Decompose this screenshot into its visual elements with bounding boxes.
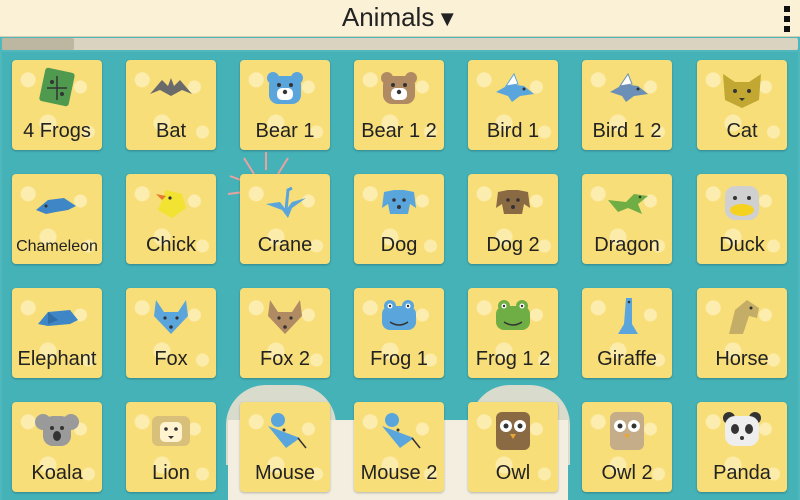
lion-icon bbox=[148, 408, 194, 452]
fox-icon bbox=[262, 294, 308, 338]
panda-icon bbox=[719, 408, 765, 452]
animal-tile[interactable]: Owl bbox=[468, 402, 558, 492]
animal-tile[interactable]: Duck bbox=[697, 174, 787, 264]
animal-tile-label: Dog bbox=[380, 234, 418, 256]
animal-tile-label: Chameleon bbox=[16, 238, 98, 255]
overflow-menu-icon[interactable] bbox=[784, 6, 790, 32]
bear-icon bbox=[376, 66, 422, 110]
animal-tile[interactable]: Cat bbox=[697, 60, 787, 150]
animal-tile[interactable]: Bat bbox=[126, 60, 216, 150]
giraffe-icon bbox=[604, 294, 650, 338]
animal-tile[interactable]: Bird 1 bbox=[468, 60, 558, 150]
animal-tile[interactable]: Owl 2 bbox=[582, 402, 672, 492]
animal-tile-label: Koala bbox=[31, 462, 83, 484]
animal-tile-label: Crane bbox=[257, 234, 313, 256]
animal-tile-label: Bird 1 bbox=[486, 120, 540, 142]
dog-icon bbox=[490, 180, 536, 224]
animal-tile[interactable]: Bird 1 2 bbox=[582, 60, 672, 150]
animal-tile[interactable]: Elephant bbox=[12, 288, 102, 378]
duck-icon bbox=[719, 180, 765, 224]
animal-tile-label: Dog 2 bbox=[486, 234, 540, 256]
animal-tile-label: Mouse bbox=[254, 462, 316, 484]
elephant-icon bbox=[34, 294, 80, 338]
bear-icon bbox=[262, 66, 308, 110]
animal-tile-label: Frog 1 2 bbox=[475, 348, 551, 370]
dropdown-arrow-icon: ▼ bbox=[436, 6, 459, 31]
animal-tile-label: 4 Frogs bbox=[23, 120, 91, 142]
animal-tile[interactable]: Frog 1 bbox=[354, 288, 444, 378]
animal-tile[interactable]: Frog 1 2 bbox=[468, 288, 558, 378]
animal-tile[interactable]: Bear 1 bbox=[240, 60, 330, 150]
animal-tile-label: Bear 1 2 bbox=[361, 120, 437, 142]
chick-icon bbox=[148, 180, 194, 224]
fox-icon bbox=[148, 294, 194, 338]
animal-tile-label: Fox 2 bbox=[259, 348, 311, 370]
dog-icon bbox=[376, 180, 422, 224]
animal-tile-label: Elephant bbox=[17, 348, 97, 370]
animal-tile-label: Horse bbox=[715, 348, 769, 370]
animal-tile[interactable]: Mouse 2 bbox=[354, 402, 444, 492]
animal-tile[interactable]: Fox bbox=[126, 288, 216, 378]
animal-tile-label: Cat bbox=[726, 120, 758, 142]
animal-tile-label: Panda bbox=[713, 462, 771, 484]
animal-tile-label: Lion bbox=[152, 462, 190, 484]
owl-icon bbox=[490, 408, 536, 452]
animal-tile-label: Frog 1 bbox=[370, 348, 428, 370]
animal-tile[interactable]: Dragon bbox=[582, 174, 672, 264]
animal-tile[interactable]: Lion bbox=[126, 402, 216, 492]
animal-tile[interactable]: Koala bbox=[12, 402, 102, 492]
frog-icon bbox=[490, 294, 536, 338]
animal-tile[interactable]: Bear 1 2 bbox=[354, 60, 444, 150]
animal-tile[interactable]: Giraffe bbox=[582, 288, 672, 378]
animal-tile[interactable]: Panda bbox=[697, 402, 787, 492]
animal-tile-label: Bat bbox=[155, 120, 187, 142]
animal-tile-label: Bird 1 2 bbox=[592, 120, 662, 142]
animal-tile-label: Duck bbox=[719, 234, 765, 256]
scrollbar[interactable] bbox=[2, 38, 798, 50]
category-title: Animals bbox=[341, 2, 435, 32]
animal-tile-label: Owl 2 bbox=[601, 462, 653, 484]
animal-tile[interactable]: Chick bbox=[126, 174, 216, 264]
chameleon-icon bbox=[34, 180, 80, 224]
animal-tile[interactable]: Mouse bbox=[240, 402, 330, 492]
animal-tile[interactable]: Dog bbox=[354, 174, 444, 264]
animal-tile-label: Owl bbox=[495, 462, 531, 484]
dragon-icon bbox=[604, 180, 650, 224]
animal-tile[interactable]: 4 Frogs bbox=[12, 60, 102, 150]
crane-icon bbox=[262, 180, 308, 224]
animal-tile-label: Bear 1 bbox=[255, 120, 315, 142]
scrollbar-thumb[interactable] bbox=[2, 38, 74, 50]
cat-icon bbox=[719, 66, 765, 110]
four-frogs-icon bbox=[34, 66, 80, 110]
animal-tile[interactable]: Chameleon bbox=[12, 174, 102, 264]
horse-icon bbox=[719, 294, 765, 338]
animal-tile-label: Giraffe bbox=[597, 348, 657, 370]
animal-tile[interactable]: Fox 2 bbox=[240, 288, 330, 378]
mouse-icon bbox=[262, 408, 308, 452]
mouse-icon bbox=[376, 408, 422, 452]
animal-tile-label: Mouse 2 bbox=[360, 462, 438, 484]
animal-tile[interactable]: Crane bbox=[240, 174, 330, 264]
bird-icon bbox=[490, 66, 536, 110]
frog-icon bbox=[376, 294, 422, 338]
animal-tile[interactable]: Dog 2 bbox=[468, 174, 558, 264]
bird-icon bbox=[604, 66, 650, 110]
bat-icon bbox=[148, 66, 194, 110]
category-dropdown[interactable]: Animals▼ bbox=[0, 2, 800, 33]
koala-icon bbox=[34, 408, 80, 452]
owl-icon bbox=[604, 408, 650, 452]
animal-tile-label: Fox bbox=[154, 348, 188, 370]
animal-tile[interactable]: Horse bbox=[697, 288, 787, 378]
animal-tile-label: Chick bbox=[145, 234, 196, 256]
top-bar: Animals▼ bbox=[0, 0, 800, 37]
animal-tile-label: Dragon bbox=[594, 234, 660, 256]
